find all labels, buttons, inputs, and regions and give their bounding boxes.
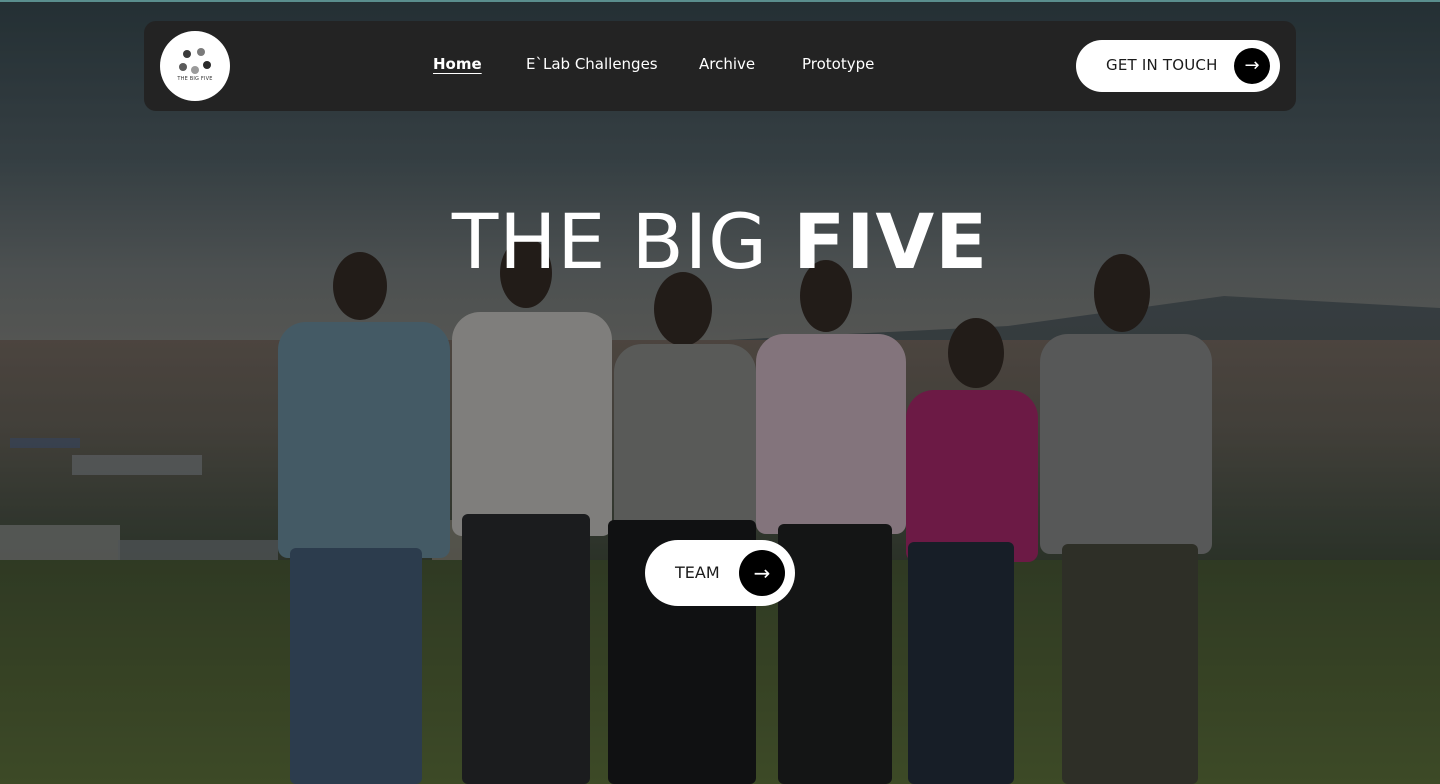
nav-prototype-link[interactable]: Prototype	[802, 55, 874, 73]
logo-dot-icon	[183, 50, 191, 58]
hero-background-photo	[0, 0, 1440, 784]
arrow-right-icon: →	[739, 550, 785, 596]
top-accent-line	[0, 0, 1440, 2]
nav-elab-challenges-link[interactable]: E`Lab Challenges	[526, 55, 658, 73]
navbar: THE BIG FIVE Home E`Lab Challenges Archi…	[144, 21, 1296, 111]
dark-overlay	[0, 0, 1440, 784]
logo-dot-icon	[197, 48, 205, 56]
logo-dot-icon	[179, 63, 187, 71]
nav-archive-link[interactable]: Archive	[699, 55, 755, 73]
logo[interactable]: THE BIG FIVE	[160, 31, 230, 101]
team-button-label: TEAM	[675, 563, 720, 582]
hero-title-bold: FIVE	[793, 197, 989, 286]
nav-home-link[interactable]: Home	[433, 55, 482, 73]
logo-dot-icon	[203, 61, 211, 69]
team-button[interactable]: TEAM →	[645, 540, 795, 606]
get-in-touch-label: GET IN TOUCH	[1106, 56, 1218, 74]
get-in-touch-button[interactable]: GET IN TOUCH →	[1076, 40, 1280, 92]
hero-title: THE BIG FIVE	[0, 194, 1440, 290]
logo-dot-icon	[191, 66, 199, 74]
arrow-right-icon: →	[1234, 48, 1270, 84]
hero-title-light: THE BIG	[451, 197, 794, 286]
logo-text: THE BIG FIVE	[177, 76, 213, 82]
